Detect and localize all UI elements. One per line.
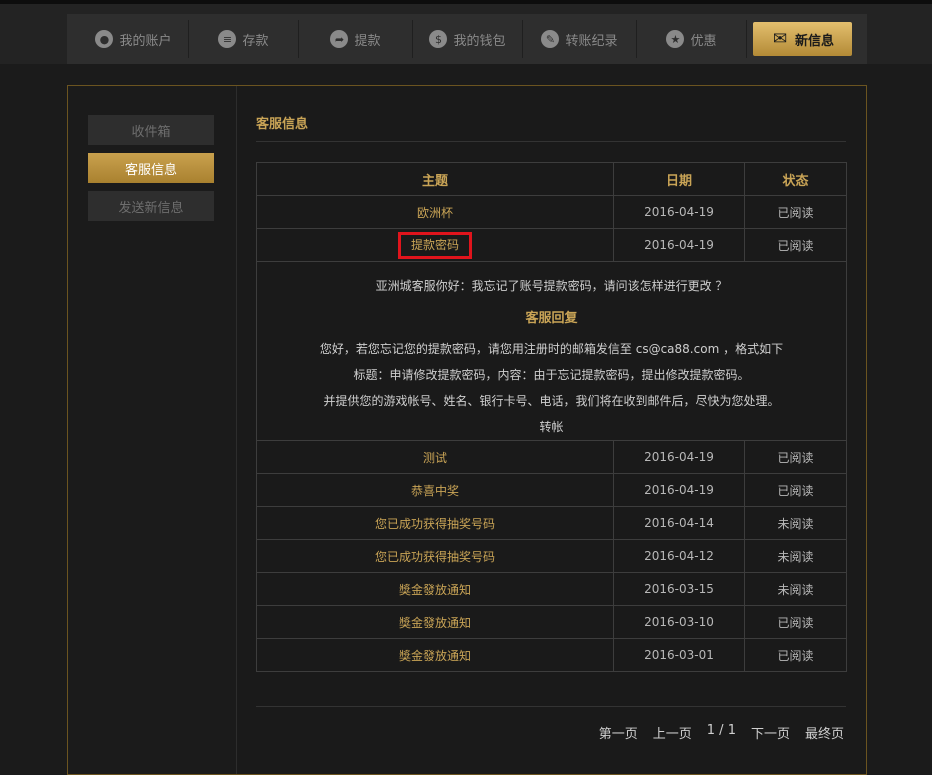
customer-question: 亚洲城客服你好：我忘记了账号提款密码，请问该怎样进行更改 ？ — [375, 279, 728, 293]
divider — [256, 706, 846, 707]
message-subject[interactable]: 獎金發放通知 — [256, 605, 614, 639]
table-row[interactable]: 您已成功获得抽奖号码 2016-04-14 未阅读 — [256, 506, 847, 540]
prev-page-link[interactable]: 上一页 — [653, 723, 692, 742]
last-page-link[interactable]: 最终页 — [805, 723, 844, 742]
nav-new-messages[interactable]: ✉ 新信息 — [753, 22, 852, 56]
message-subject[interactable]: 恭喜中奖 — [256, 473, 614, 507]
nav-my-account[interactable]: ● 我的账户 — [79, 20, 189, 58]
nav-deposit[interactable]: ≡ 存款 — [189, 20, 299, 58]
table-row[interactable]: 您已成功获得抽奖号码 2016-04-12 未阅读 — [256, 539, 847, 573]
sidebar-item-service-messages[interactable]: 客服信息 — [88, 153, 214, 183]
message-subject[interactable]: 獎金發放通知 — [256, 638, 614, 672]
message-date: 2016-04-19 — [613, 440, 745, 474]
message-date: 2016-03-01 — [613, 638, 745, 672]
message-date: 2016-03-15 — [613, 572, 745, 606]
message-subject-cell[interactable]: 提款密码 — [256, 228, 614, 262]
messages-table: 主题 日期 状态 欧洲杯 2016-04-19 已阅读 提款密码 2016-04… — [256, 162, 847, 672]
message-status: 已阅读 — [744, 473, 847, 507]
sidebar-item-send-message[interactable]: 发送新信息 — [88, 191, 214, 221]
nav-label: 优惠 — [690, 33, 717, 49]
message-subject-highlighted[interactable]: 提款密码 — [397, 231, 472, 259]
message-subject[interactable]: 您已成功获得抽奖号码 — [256, 506, 614, 540]
pencil-icon: ✎ — [541, 30, 560, 48]
message-date: 2016-04-14 — [613, 506, 745, 540]
nav-label: 转账纪录 — [565, 33, 618, 49]
table-row[interactable]: 獎金發放通知 2016-03-10 已阅读 — [256, 605, 847, 639]
envelope-icon: ✉ — [772, 29, 788, 49]
message-date: 2016-04-19 — [613, 228, 745, 262]
message-status: 已阅读 — [744, 638, 847, 672]
message-subject[interactable]: 测试 — [256, 440, 614, 474]
withdraw-arrow-icon: ➦ — [330, 30, 349, 48]
reply-line: 标题：申请修改提款密码，内容：由于忘记提款密码，提出修改提款密码。 — [353, 368, 750, 382]
nav-my-wallet[interactable]: $ 我的钱包 — [413, 20, 523, 58]
page-indicator: 1 / 1 — [706, 723, 736, 738]
message-date: 2016-04-19 — [613, 473, 745, 507]
table-row[interactable]: 獎金發放通知 2016-03-01 已阅读 — [256, 638, 847, 672]
nav-withdraw[interactable]: ➦ 提款 — [299, 20, 413, 58]
message-status: 已阅读 — [744, 605, 847, 639]
pagination: 第一页 上一页 1 / 1 下一页 最终页 — [599, 723, 844, 742]
message-detail-row: 亚洲城客服你好：我忘记了账号提款密码，请问该怎样进行更改 ？ 客服回复 您好，若… — [256, 261, 847, 441]
message-status: 已阅读 — [744, 195, 847, 229]
message-subject[interactable]: 您已成功获得抽奖号码 — [256, 539, 614, 573]
message-date: 2016-04-12 — [613, 539, 745, 573]
message-subject[interactable]: 獎金發放通知 — [256, 572, 614, 606]
reply-line: 并提供您的游戏帐号、姓名、银行卡号、电话，我们将在收到邮件后，尽快为您处理。 — [323, 394, 780, 408]
table-row[interactable]: 欧洲杯 2016-04-19 已阅读 — [256, 195, 847, 229]
nav-transfer-records[interactable]: ✎ 转账纪录 — [523, 20, 637, 58]
message-date: 2016-04-19 — [613, 195, 745, 229]
next-page-link[interactable]: 下一页 — [751, 723, 790, 742]
page-title: 客服信息 — [256, 117, 309, 132]
messages-panel: 收件箱 客服信息 发送新信息 客服信息 主题 日期 状态 欧洲杯 2016-04… — [67, 85, 867, 775]
nav-label: 提款 — [354, 33, 381, 49]
column-header-status: 状态 — [744, 162, 847, 196]
table-row[interactable]: 测试 2016-04-19 已阅读 — [256, 440, 847, 474]
star-icon: ★ — [666, 30, 685, 48]
column-header-subject: 主题 — [256, 162, 614, 196]
message-subject[interactable]: 欧洲杯 — [256, 195, 614, 229]
sidebar-item-inbox[interactable]: 收件箱 — [88, 115, 214, 145]
message-status: 未阅读 — [744, 539, 847, 573]
nav-label: 存款 — [242, 33, 269, 49]
reply-heading: 客服回复 — [525, 311, 578, 326]
nav-label: 我的账户 — [119, 33, 172, 49]
message-status: 已阅读 — [744, 440, 847, 474]
nav-label: 新信息 — [794, 33, 834, 49]
reply-line: 您好，若您忘记您的提款密码，请您用注册时的邮箱发信至 cs@ca88.com ，… — [319, 342, 784, 356]
column-header-date: 日期 — [613, 162, 745, 196]
main-nav: ● 我的账户 ≡ 存款 ➦ 提款 $ 我的钱包 ✎ 转账纪录 ★ 优惠 ✉ 新信… — [67, 14, 867, 64]
message-status: 未阅读 — [744, 572, 847, 606]
message-detail: 亚洲城客服你好：我忘记了账号提款密码，请问该怎样进行更改 ？ 客服回复 您好，若… — [256, 261, 847, 441]
table-row[interactable]: 獎金發放通知 2016-03-15 未阅读 — [256, 572, 847, 606]
nav-label: 我的钱包 — [453, 33, 506, 49]
user-icon: ● — [95, 30, 114, 48]
message-date: 2016-03-10 — [613, 605, 745, 639]
dollar-icon: $ — [429, 30, 448, 48]
table-row[interactable]: 恭喜中奖 2016-04-19 已阅读 — [256, 473, 847, 507]
reply-line: 转帐 — [539, 420, 564, 434]
first-page-link[interactable]: 第一页 — [599, 723, 638, 742]
message-status: 未阅读 — [744, 506, 847, 540]
table-header-row: 主题 日期 状态 — [256, 162, 847, 196]
message-status: 已阅读 — [744, 228, 847, 262]
coins-icon: ≡ — [218, 30, 237, 48]
divider — [256, 141, 846, 142]
message-sidebar: 收件箱 客服信息 发送新信息 — [68, 86, 237, 774]
nav-promotions[interactable]: ★ 优惠 — [637, 20, 747, 58]
table-row-expanded[interactable]: 提款密码 2016-04-19 已阅读 — [256, 228, 847, 262]
